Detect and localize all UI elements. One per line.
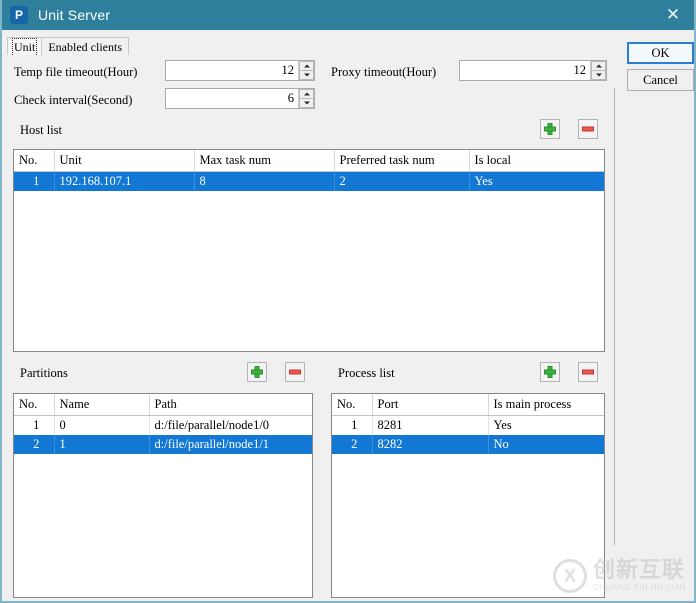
host-col-max-task[interactable]: Max task num xyxy=(194,150,335,172)
partitions-cell-path: d:/file/parallel/node1/0 xyxy=(154,418,270,432)
partitions-cell-name: 1 xyxy=(54,435,150,454)
process-list-remove-button[interactable] xyxy=(578,362,598,382)
table-header-row: No. Unit Max task num Preferred task num… xyxy=(14,150,604,172)
process-cell-port: 8282 xyxy=(372,435,489,454)
plus-icon xyxy=(541,363,559,381)
partitions-cell-path: d:/file/parallel/node1/1 xyxy=(149,435,312,454)
proxy-timeout-value[interactable]: 12 xyxy=(460,61,590,80)
plus-icon xyxy=(248,363,266,381)
host-list-add-button[interactable] xyxy=(540,119,560,139)
app-p-icon xyxy=(10,6,28,24)
partitions-add-button[interactable] xyxy=(247,362,267,382)
spin-up-icon[interactable] xyxy=(299,61,314,71)
host-list-table[interactable]: No. Unit Max task num Preferred task num… xyxy=(13,149,605,352)
partitions-col-name[interactable]: Name xyxy=(54,394,150,416)
cancel-button-label: Cancel xyxy=(643,72,678,87)
unit-tab-panel: Temp file timeout(Hour) 12 Proxy timeout… xyxy=(2,55,614,601)
spin-down-icon[interactable] xyxy=(299,70,314,80)
minus-icon xyxy=(286,363,304,381)
tab-enabled-clients[interactable]: Enabled clients xyxy=(41,37,129,56)
tab-unit[interactable]: Unit xyxy=(7,37,43,57)
process-cell-port: 8281 xyxy=(372,415,489,435)
partitions-title: Partitions xyxy=(20,366,68,380)
plus-icon xyxy=(541,120,559,138)
spin-up-icon[interactable] xyxy=(299,89,314,99)
process-cell-no: 1 xyxy=(332,415,373,435)
process-col-is-main[interactable]: Is main process xyxy=(488,394,604,416)
partitions-cell-name: 0 xyxy=(54,415,150,435)
table-header-row: No. Port Is main process xyxy=(332,394,604,416)
partitions-col-path[interactable]: Path xyxy=(149,394,312,416)
spin-up-icon[interactable] xyxy=(591,61,606,71)
partitions-grid: No. Name Path 1 0 d:/file/parallel/node1… xyxy=(14,394,312,454)
process-list-table[interactable]: No. Port Is main process 1 8281 Yes 2 82… xyxy=(331,393,605,598)
partitions-cell-no: 1 xyxy=(14,415,55,435)
dialog-button-panel: OK Cancel xyxy=(615,42,694,601)
minus-icon xyxy=(579,120,597,138)
table-row[interactable]: 1 0 d:/file/parallel/node1/0 xyxy=(14,415,312,435)
partitions-remove-button[interactable] xyxy=(285,362,305,382)
spin-down-icon[interactable] xyxy=(299,98,314,108)
close-icon[interactable]: ✕ xyxy=(650,0,694,30)
temp-file-timeout-spin-buttons xyxy=(298,61,314,80)
table-header-row: No. Name Path xyxy=(14,394,312,416)
table-row[interactable]: 1 8281 Yes xyxy=(332,415,604,435)
host-cell-max-task: 8 xyxy=(194,171,335,191)
host-col-no[interactable]: No. xyxy=(14,150,55,172)
check-interval-spinner[interactable]: 6 xyxy=(165,88,315,109)
host-cell-preferred-task: 2 xyxy=(334,171,470,191)
table-row[interactable]: 1 192.168.107.1 8 2 Yes xyxy=(14,171,604,191)
process-list-title: Process list xyxy=(338,366,395,380)
process-col-no[interactable]: No. xyxy=(332,394,373,416)
partitions-col-no[interactable]: No. xyxy=(14,394,55,416)
host-list-grid: No. Unit Max task num Preferred task num… xyxy=(14,150,604,191)
check-interval-spin-buttons xyxy=(298,89,314,108)
host-cell-unit: 192.168.107.1 xyxy=(54,171,195,191)
table-row[interactable]: 2 8282 No xyxy=(332,435,604,454)
temp-file-timeout-value[interactable]: 12 xyxy=(166,61,298,80)
host-col-unit[interactable]: Unit xyxy=(54,150,195,172)
host-list-title: Host list xyxy=(20,123,63,137)
tab-bar: Unit Enabled clients xyxy=(7,36,129,57)
window-title: Unit Server xyxy=(38,7,111,23)
process-cell-is-main: No xyxy=(488,435,604,454)
table-row[interactable]: 2 1 d:/file/parallel/node1/1 xyxy=(14,435,312,454)
partitions-table[interactable]: No. Name Path 1 0 d:/file/parallel/node1… xyxy=(13,393,313,598)
host-col-is-local[interactable]: Is local xyxy=(469,150,604,172)
proxy-timeout-spin-buttons xyxy=(590,61,606,80)
host-cell-no: 1 xyxy=(14,171,55,191)
check-interval-label: Check interval(Second) xyxy=(14,93,133,107)
process-list-add-button[interactable] xyxy=(540,362,560,382)
host-cell-is-local: Yes xyxy=(469,171,604,191)
process-cell-is-main: Yes xyxy=(493,418,512,432)
host-col-preferred-task[interactable]: Preferred task num xyxy=(334,150,470,172)
process-cell-no: 2 xyxy=(332,435,373,454)
title-bar: Unit Server ✕ xyxy=(2,0,694,30)
ok-button[interactable]: OK xyxy=(627,42,694,64)
unit-server-dialog: Unit Server ✕ Unit Enabled clients Temp … xyxy=(0,0,696,603)
host-list-remove-button[interactable] xyxy=(578,119,598,139)
minus-icon xyxy=(579,363,597,381)
temp-file-timeout-label: Temp file timeout(Hour) xyxy=(14,65,138,79)
check-interval-value[interactable]: 6 xyxy=(166,89,298,108)
proxy-timeout-spinner[interactable]: 12 xyxy=(459,60,607,81)
spin-down-icon[interactable] xyxy=(591,70,606,80)
process-col-port[interactable]: Port xyxy=(372,394,489,416)
partitions-cell-no: 2 xyxy=(14,435,55,454)
ok-button-label: OK xyxy=(651,45,670,60)
cancel-button[interactable]: Cancel xyxy=(627,69,694,91)
tab-unit-label: Unit xyxy=(11,37,38,57)
proxy-timeout-label: Proxy timeout(Hour) xyxy=(331,65,437,79)
process-list-grid: No. Port Is main process 1 8281 Yes 2 82… xyxy=(332,394,604,454)
temp-file-timeout-spinner[interactable]: 12 xyxy=(165,60,315,81)
tab-enabled-clients-label: Enabled clients xyxy=(48,39,122,54)
